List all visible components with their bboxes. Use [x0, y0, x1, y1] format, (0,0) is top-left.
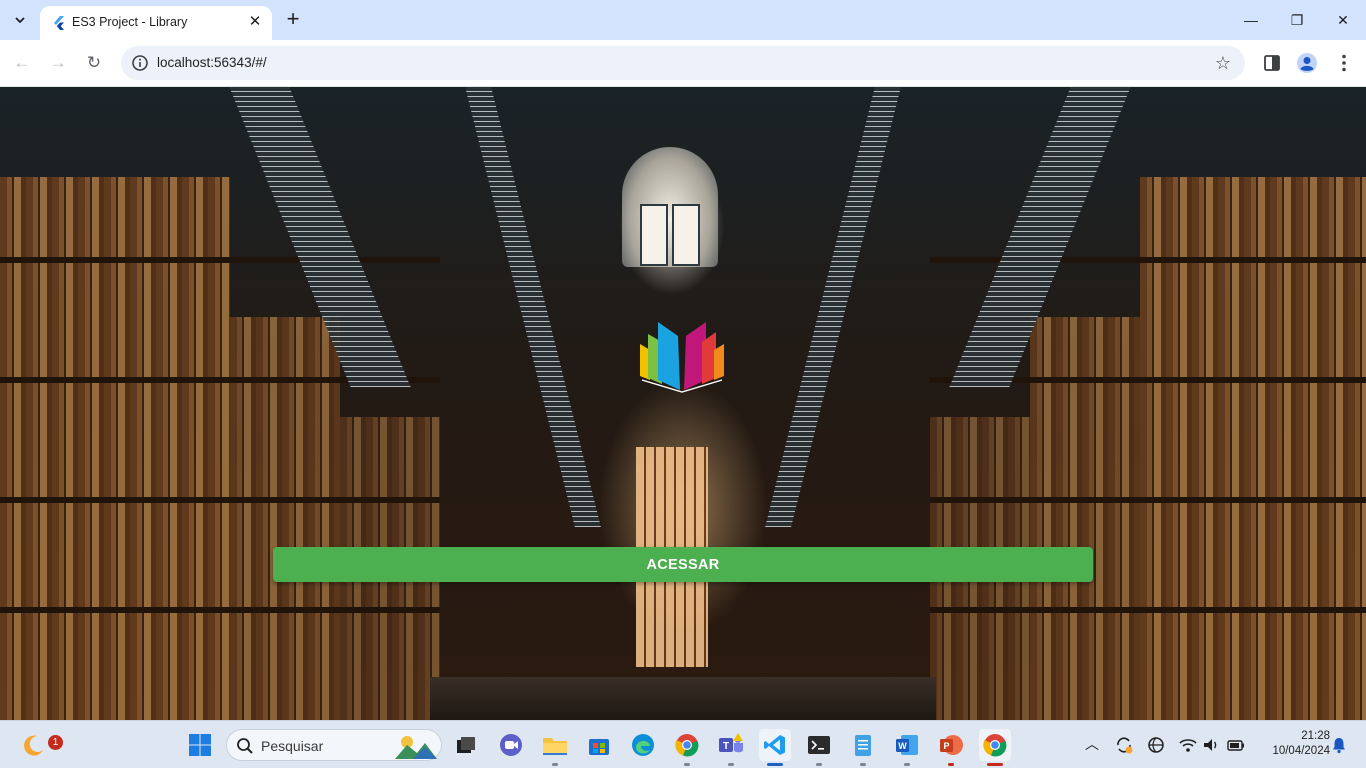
vscode-icon[interactable] [759, 729, 791, 766]
volume-icon[interactable] [1201, 735, 1221, 755]
svg-text:T: T [723, 741, 729, 752]
browser-tab[interactable]: ES3 Project - Library ✕ [40, 6, 272, 40]
notifications-icon[interactable] [1330, 736, 1348, 754]
file-explorer-icon[interactable] [539, 729, 571, 766]
reload-icon[interactable]: ↻ [81, 50, 107, 76]
windows-logo-icon [189, 734, 211, 756]
restore-button[interactable]: ❐ [1282, 8, 1312, 32]
site-info-icon[interactable] [131, 54, 149, 72]
library-background: ACESSAR [0, 87, 1366, 720]
edge-icon[interactable] [627, 729, 659, 761]
back-icon[interactable]: ← [9, 50, 35, 76]
microsoft-store-icon[interactable] [583, 729, 615, 761]
wifi-icon[interactable] [1178, 735, 1198, 755]
browser-toolbar: ← → ↻ localhost:56343/#/ ☆ [0, 40, 1366, 87]
arched-window [622, 147, 718, 267]
minimize-button[interactable]: — [1236, 8, 1266, 32]
terminal-icon[interactable] [803, 729, 835, 766]
chevron-up-icon[interactable]: ︿ [1085, 733, 1099, 755]
shelf-divider [930, 257, 1366, 263]
left-inner-railing [465, 87, 601, 527]
shelf-divider [0, 257, 440, 263]
close-window-button[interactable]: ✕ [1328, 8, 1358, 32]
network-icon[interactable] [1146, 735, 1166, 755]
shelf-divider [930, 607, 1366, 613]
tab-strip: ES3 Project - Library ✕ + — ❐ ✕ [0, 0, 1366, 40]
search-icon [237, 738, 253, 754]
bookmark-star-icon[interactable]: ☆ [1215, 52, 1231, 74]
tab-search-icon[interactable] [8, 8, 32, 32]
sync-icon[interactable] [1114, 735, 1134, 755]
svg-text:P: P [943, 741, 949, 751]
taskbar-search-box[interactable]: Pesquisar [226, 729, 442, 761]
new-tab-button[interactable]: + [282, 8, 304, 30]
word-icon[interactable]: W [891, 729, 923, 766]
notepad-icon[interactable] [847, 729, 879, 766]
forward-icon[interactable]: → [45, 50, 71, 76]
address-bar[interactable]: localhost:56343/#/ ☆ [121, 46, 1245, 80]
task-view-icon[interactable] [450, 729, 482, 761]
widgets-badge: 1 [48, 735, 63, 750]
window-pane [640, 204, 668, 266]
tab-title: ES3 Project - Library [72, 15, 188, 29]
url-text[interactable]: localhost:56343/#/ [157, 55, 267, 71]
chrome-active-icon[interactable] [979, 729, 1011, 766]
flutter-favicon [54, 16, 64, 30]
profile-icon[interactable] [1296, 52, 1318, 74]
library-floor [430, 677, 936, 720]
tab-close-icon[interactable]: ✕ [246, 13, 264, 31]
right-inner-railing [765, 87, 901, 527]
teams-icon[interactable]: T [715, 729, 747, 766]
svg-text:W: W [898, 741, 907, 751]
clock-time: 21:28 [1301, 730, 1330, 742]
teams-meet-icon[interactable] [495, 729, 527, 761]
side-panel-icon[interactable] [1261, 52, 1283, 74]
access-button[interactable]: ACESSAR [273, 547, 1093, 582]
search-placeholder: Pesquisar [261, 738, 324, 754]
shelf-divider [0, 497, 440, 503]
chrome-icon[interactable] [671, 729, 703, 766]
search-highlight-icon [395, 736, 437, 759]
window-pane [672, 204, 700, 266]
battery-icon[interactable] [1226, 735, 1246, 755]
rainbow-open-book-logo [640, 322, 724, 393]
start-button[interactable] [184, 729, 216, 761]
clock-date: 10/04/2024 [1272, 745, 1330, 757]
system-clock[interactable]: 21:28 10/04/2024 [1254, 729, 1330, 759]
powerpoint-icon[interactable]: P [935, 729, 967, 766]
menu-icon[interactable] [1333, 52, 1355, 74]
weather-widget-icon[interactable]: 1 [16, 729, 63, 761]
shelf-divider [0, 607, 440, 613]
windows-taskbar: 1 Pesquisar T W P ︿ 21:28 10/04/2024 [0, 720, 1366, 768]
shelf-divider [930, 497, 1366, 503]
